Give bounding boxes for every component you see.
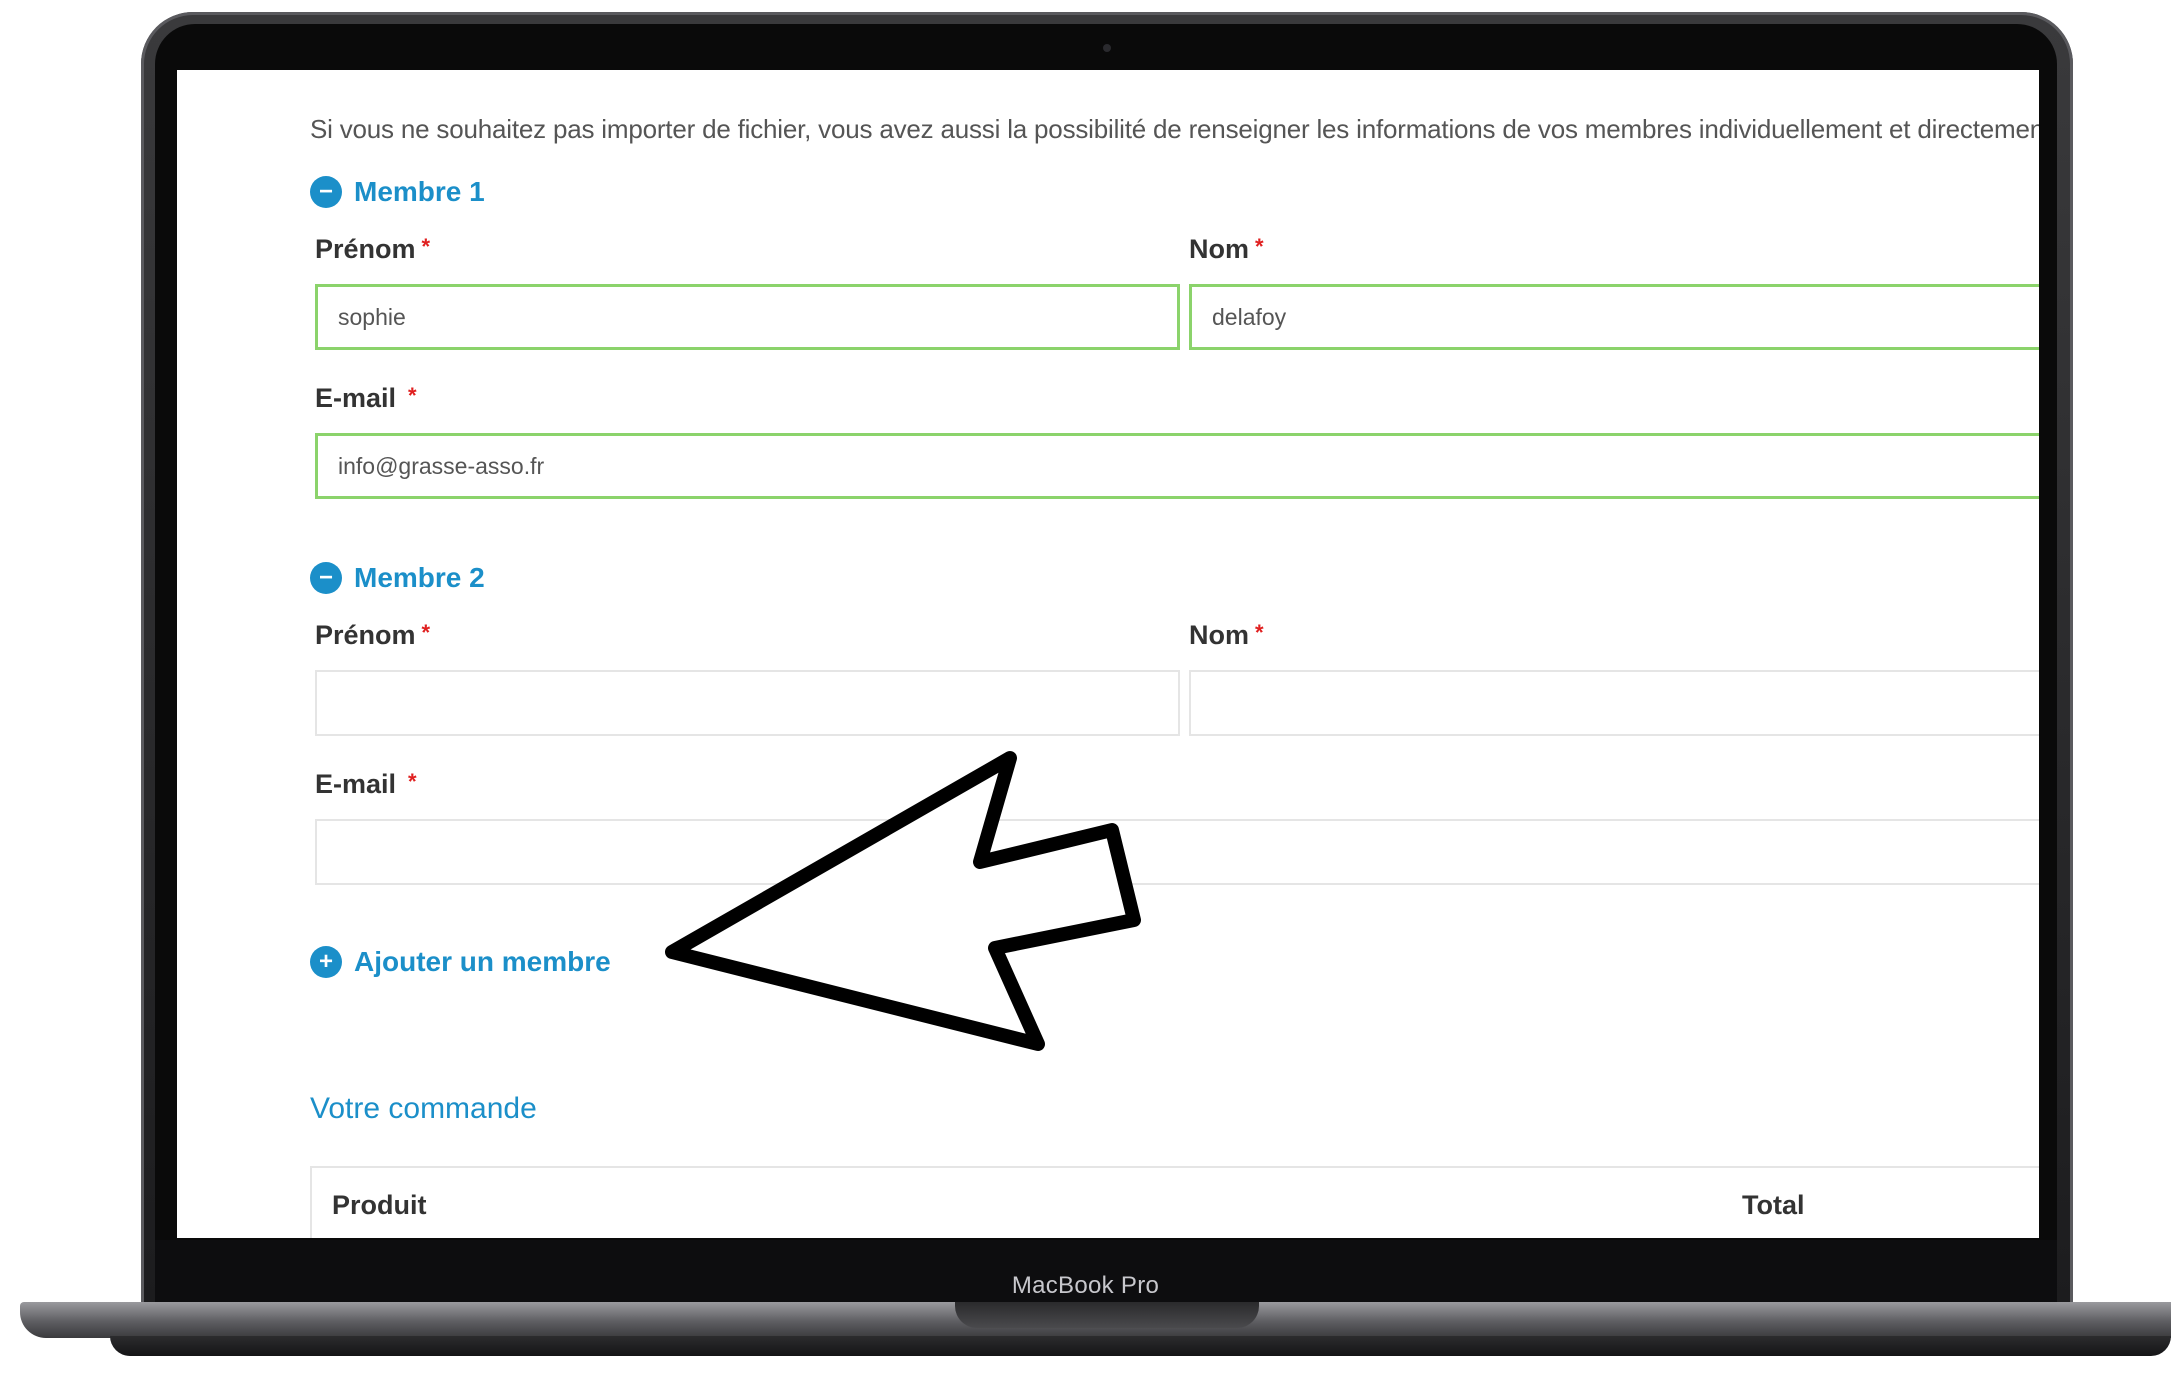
label-text: E-mail — [315, 769, 397, 799]
screen: Si vous ne souhaitez pas importer de fic… — [177, 70, 2039, 1238]
member-2-title: Membre 2 — [354, 562, 485, 593]
brand-label: MacBook Pro — [1011, 1272, 1160, 1299]
add-member-button[interactable]: + Ajouter un membre — [310, 946, 611, 978]
member-1-title: Membre 1 — [354, 176, 485, 207]
member-1-toggle[interactable]: − Membre 1 — [310, 176, 485, 208]
member-2-last-name-input[interactable] — [1189, 670, 2039, 736]
label-text: Nom — [1189, 620, 1249, 650]
member-2-first-name-input[interactable] — [315, 670, 1180, 736]
member-2-email-input[interactable] — [315, 819, 2039, 885]
required-marker: * — [408, 769, 417, 794]
label-text: Nom — [1189, 234, 1249, 264]
required-marker: * — [408, 383, 417, 408]
camera-icon — [1103, 44, 1111, 52]
member-2-toggle[interactable]: − Membre 2 — [310, 562, 485, 594]
label-text: E-mail — [315, 383, 397, 413]
member-1-last-name-label: Nom * — [1189, 234, 1264, 265]
member-1-email-label: E-mail * — [315, 383, 417, 414]
laptop-hinge-notch — [955, 1302, 1259, 1328]
member-2-email-label: E-mail * — [315, 769, 417, 800]
member-1-email-input[interactable] — [315, 433, 2039, 499]
plus-icon[interactable]: + — [310, 946, 342, 978]
stage: MacBook Pro Si vous ne souhaitez pas imp… — [0, 0, 2171, 1373]
required-marker: * — [1255, 620, 1264, 645]
member-2-last-name-label: Nom * — [1189, 620, 1264, 651]
member-1-last-name-input[interactable] — [1189, 284, 2039, 350]
add-member-label[interactable]: Ajouter un membre — [354, 946, 611, 978]
order-table: Produit Total — [310, 1166, 2039, 1238]
member-1-first-name-input[interactable] — [315, 284, 1180, 350]
required-marker: * — [421, 234, 431, 259]
collapse-icon[interactable]: − — [310, 176, 342, 208]
column-header-product: Produit — [332, 1190, 427, 1220]
collapse-icon[interactable]: − — [310, 562, 342, 594]
column-header-total: Total — [1742, 1190, 1805, 1220]
member-1-first-name-label: Prénom * — [315, 234, 430, 265]
label-text: Prénom — [315, 620, 416, 650]
label-text: Prénom — [315, 234, 416, 264]
intro-text: Si vous ne souhaitez pas importer de fic… — [310, 114, 2039, 144]
laptop-base-bottom — [110, 1336, 2171, 1356]
member-2-first-name-label: Prénom * — [315, 620, 430, 651]
required-marker: * — [1255, 234, 1264, 259]
required-marker: * — [421, 620, 431, 645]
order-title: Votre commande — [310, 1092, 537, 1125]
